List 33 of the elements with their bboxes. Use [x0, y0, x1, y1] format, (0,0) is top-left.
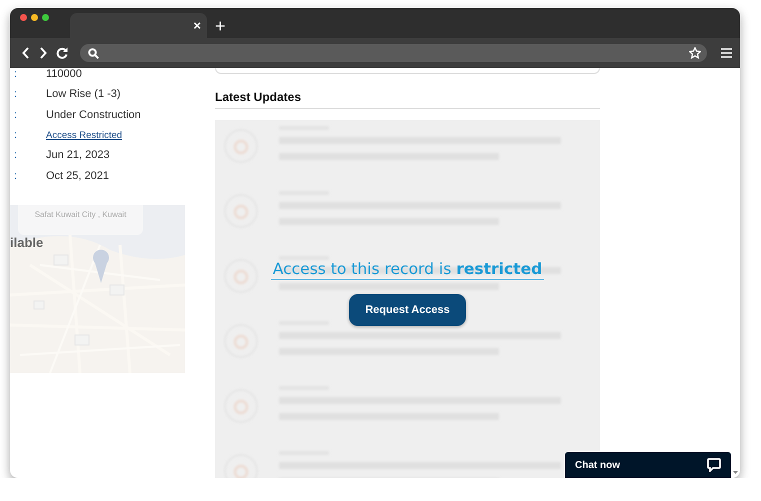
scrollbar[interactable] — [731, 68, 740, 478]
search-icon — [88, 48, 99, 58]
close-window-button[interactable] — [20, 14, 27, 21]
menu-icon[interactable] — [721, 48, 732, 58]
map-popup: Safat Kuwait City , Kuwait — [18, 205, 143, 235]
scroll-down-icon[interactable] — [733, 471, 738, 474]
minimize-window-button[interactable] — [31, 14, 38, 21]
close-tab-icon[interactable]: × — [193, 19, 201, 32]
detail-value: 110000 — [46, 68, 82, 80]
separator: : — [13, 88, 18, 100]
section-title: Latest Updates — [215, 90, 600, 109]
request-access-button[interactable]: Request Access — [349, 294, 466, 326]
browser-tab[interactable]: × — [70, 13, 207, 38]
back-icon[interactable] — [22, 47, 30, 59]
reload-icon[interactable] — [56, 47, 68, 59]
chat-bubble-icon — [707, 458, 721, 472]
separator: : — [13, 170, 18, 182]
detail-value: Low Rise (1 -3) — [46, 88, 121, 100]
separator: : — [13, 129, 18, 142]
star-icon[interactable] — [689, 47, 701, 59]
forward-icon[interactable] — [39, 47, 47, 59]
new-tab-button[interactable]: + — [215, 17, 226, 35]
detail-link[interactable]: Access Restricted — [46, 130, 122, 141]
separator: : — [13, 108, 18, 121]
separator: : — [13, 149, 18, 162]
separator: : — [13, 68, 18, 80]
restriction-message: Access to this record is restricted — [270, 260, 544, 280]
detail-value: Oct 25, 2021 — [46, 170, 109, 182]
map-label: ilable — [10, 235, 44, 250]
maximize-window-button[interactable] — [42, 14, 49, 21]
detail-value: Jun 21, 2023 — [46, 149, 110, 162]
chat-button[interactable]: Chat now — [565, 452, 731, 478]
detail-value: Under Construction — [46, 108, 141, 121]
